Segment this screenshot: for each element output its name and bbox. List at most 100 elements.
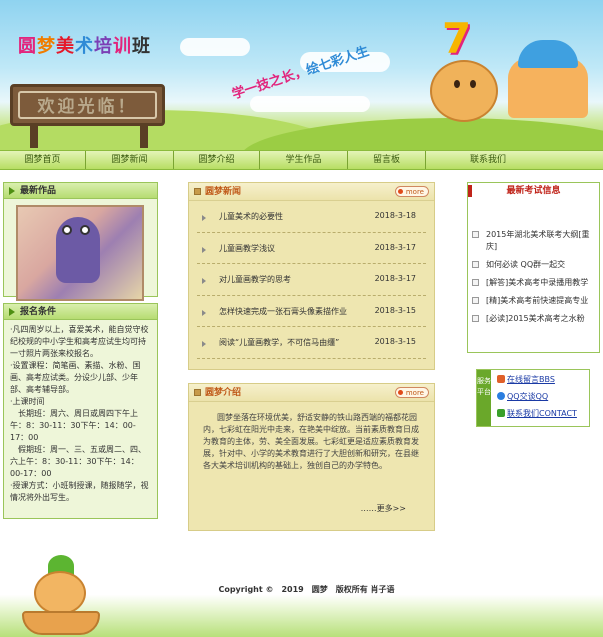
- service-link-contact[interactable]: 联系我们CONTACT: [497, 407, 577, 420]
- application-panel: 报名条件 ·凡四周岁以上，喜爱美术，能自觉守校纪校规的中小学生和高考应试生均可持…: [3, 303, 158, 519]
- application-line: ·设置课程：简笔画、素描、水粉、国画、高考应试类。分设少儿部、少年部、高考辅导部…: [10, 361, 141, 394]
- service-link-label[interactable]: 联系我们CONTACT: [507, 409, 577, 418]
- exam-item-label[interactable]: 如何必读 QQ群一起交: [486, 260, 565, 269]
- house-roof: [518, 40, 578, 68]
- news-item[interactable]: 阅读“儿童画教学，不可信马由缰” 2018-3-15: [197, 327, 426, 359]
- exam-title: 最新考试信息: [506, 186, 561, 196]
- exam-info-panel: 最新考试信息 2015年湖北美术联考大纲[重庆] 如何必读 QQ群一起交 [解答…: [467, 182, 600, 353]
- nav-contact[interactable]: 联系我们: [426, 151, 603, 169]
- arrow-icon: [9, 187, 15, 195]
- bullet-arrow-icon: [202, 278, 206, 284]
- slogan-part2: 绘七彩人生: [304, 44, 371, 79]
- news-item-title[interactable]: 对儿童画教学的思考: [219, 274, 291, 285]
- service-link-qq[interactable]: QQ交谈QQ: [497, 390, 548, 403]
- bullet-arrow-icon: [202, 246, 206, 253]
- main-nav: 圆梦首页 圆梦新闻 圆梦介绍 学生作品 留言板 联系我们: [0, 150, 603, 170]
- latest-works-title: 最新作品: [20, 186, 57, 196]
- cloud-decoration: [250, 96, 370, 112]
- application-line: ·上课时间: [10, 397, 45, 406]
- service-side-label: 服务平台: [477, 370, 491, 426]
- document-icon: [472, 279, 479, 286]
- exam-item-label[interactable]: [精]美术高考前快速提高专业: [486, 296, 588, 305]
- qq-penguin-icon: [497, 392, 505, 400]
- nav-intro[interactable]: 圆梦介绍: [174, 151, 260, 169]
- news-item[interactable]: 对儿童画教学的思考 2018-3-17: [197, 264, 426, 296]
- news-panel: 圆梦新闻 more 儿童美术的必要性 2018-3-18 儿童画教学浅议 201…: [188, 182, 435, 370]
- news-item-date: 2018-3-15: [374, 337, 416, 346]
- news-header: 圆梦新闻 more: [189, 183, 434, 201]
- leaf-mascot-icon: [22, 555, 100, 635]
- logo-char: 班: [132, 36, 151, 57]
- bowl-icon: [22, 611, 100, 635]
- news-item-title[interactable]: 怎样快速完成一张石膏头像素描作业: [219, 306, 347, 317]
- application-line: ·凡四周岁以上，喜爱美术，能自觉守校纪校规的中小学生和高考应试生均可持一寸照片两…: [10, 325, 149, 358]
- news-item-date: 2018-3-15: [374, 305, 416, 315]
- service-link-label[interactable]: 在线留言BBS: [507, 375, 555, 384]
- document-icon: [472, 261, 479, 268]
- bullet-arrow-icon: [202, 215, 206, 221]
- intro-read-more-link[interactable]: ……更多>>: [361, 503, 406, 514]
- square-icon: [194, 188, 201, 195]
- exam-item-label[interactable]: 2015年湖北美术联考大纲[重庆]: [486, 230, 589, 251]
- news-item[interactable]: 儿童画教学浅议 2018-3-17: [197, 233, 426, 264]
- exam-item[interactable]: 如何必读 QQ群一起交: [472, 259, 595, 271]
- intro-header: 圆梦介绍 more: [189, 384, 434, 402]
- nav-student-works[interactable]: 学生作品: [260, 151, 348, 169]
- intro-text: 圆梦坐落在环境优美，舒适安静的铁山路西端的福都花园内，七彩虹在阳光中走来，在艳美…: [203, 413, 419, 470]
- bullet-arrow-icon: [202, 309, 206, 316]
- nav-guestbook[interactable]: 留言板: [348, 151, 426, 169]
- news-item-title[interactable]: 阅读“儿童画教学，不可信马由缰”: [219, 337, 339, 348]
- sign-post: [30, 126, 38, 148]
- application-header: 报名条件: [4, 304, 157, 320]
- news-item-date: 2018-3-18: [374, 211, 416, 220]
- arrow-icon: [9, 308, 15, 316]
- nav-news[interactable]: 圆梦新闻: [86, 151, 174, 169]
- news-item-title[interactable]: 儿童美术的必要性: [219, 211, 283, 222]
- service-link-label[interactable]: QQ交谈QQ: [507, 392, 548, 401]
- latest-works-header: 最新作品: [4, 183, 157, 199]
- news-more-button[interactable]: more: [394, 186, 429, 197]
- exam-item[interactable]: 2015年湖北美术联考大纲[重庆]: [472, 229, 595, 253]
- news-item-title[interactable]: 儿童画教学浅议: [219, 243, 275, 254]
- exam-header: 最新考试信息: [468, 183, 599, 199]
- site-logo[interactable]: 圆梦美术培训班: [18, 32, 151, 58]
- news-item-date: 2018-3-17: [374, 242, 416, 252]
- document-icon: [472, 315, 479, 322]
- nav-home[interactable]: 圆梦首页: [0, 151, 86, 169]
- contact-icon: [497, 409, 505, 417]
- exam-item[interactable]: [解答]美术高考中录播用教学: [472, 277, 595, 289]
- welcome-sign: 欢迎光临！: [10, 84, 165, 126]
- exam-item[interactable]: [精]美术高考前快速提高专业: [472, 295, 595, 307]
- header-bar-icon: [468, 185, 472, 197]
- square-icon: [194, 389, 201, 396]
- exam-item-label[interactable]: [解答]美术高考中录播用教学: [486, 278, 588, 287]
- cloud-decoration: [180, 38, 250, 56]
- service-link-bbs[interactable]: 在线留言BBS: [497, 373, 555, 386]
- bullet-arrow-icon: [202, 341, 206, 347]
- welcome-sign-text: 欢迎光临！: [18, 91, 157, 119]
- news-item-date: 2018-3-17: [374, 274, 416, 283]
- eye-icon: [80, 225, 90, 235]
- logo-char: 训: [113, 36, 132, 57]
- cookie-character-icon: [430, 60, 498, 122]
- news-item[interactable]: 怎样快速完成一张石膏头像素描作业 2018-3-15: [197, 296, 426, 327]
- latest-works-panel: 最新作品: [3, 182, 158, 301]
- exam-item[interactable]: [必读]2015美术高考之水粉: [472, 313, 595, 325]
- intro-more-button[interactable]: more: [394, 387, 429, 398]
- application-line: ·授课方式：小班制授课，随报随学，视情况将外出写生。: [10, 481, 149, 502]
- cartoon-house-icon: [508, 40, 588, 118]
- chat-icon: [497, 375, 505, 383]
- exam-list: 2015年湖北美术联考大纲[重庆] 如何必读 QQ群一起交 [解答]美术高考中录…: [472, 229, 595, 331]
- news-title: 圆梦新闻: [205, 187, 242, 197]
- student-artwork-image[interactable]: [16, 205, 144, 301]
- exam-item-label[interactable]: [必读]2015美术高考之水粉: [486, 314, 585, 323]
- intro-panel: 圆梦介绍 more 圆梦坐落在环境优美，舒适安静的铁山路西端的福都花园内，七彩虹…: [188, 383, 435, 531]
- news-item[interactable]: 儿童美术的必要性 2018-3-18: [197, 201, 426, 233]
- intro-title: 圆梦介绍: [205, 388, 242, 398]
- eye-icon: [62, 225, 72, 235]
- application-line: 假期班：周一、三、五或周二、四、六上午：8：30-11：30下午：14：00-1…: [10, 445, 146, 478]
- number-seven-balloon: 7: [442, 14, 472, 63]
- logo-char: 梦: [37, 36, 56, 57]
- application-text: ·凡四周岁以上，喜爱美术，能自觉守校纪校规的中小学生和高考应试生均可持一寸照片两…: [4, 320, 157, 508]
- logo-char: 圆: [18, 36, 37, 57]
